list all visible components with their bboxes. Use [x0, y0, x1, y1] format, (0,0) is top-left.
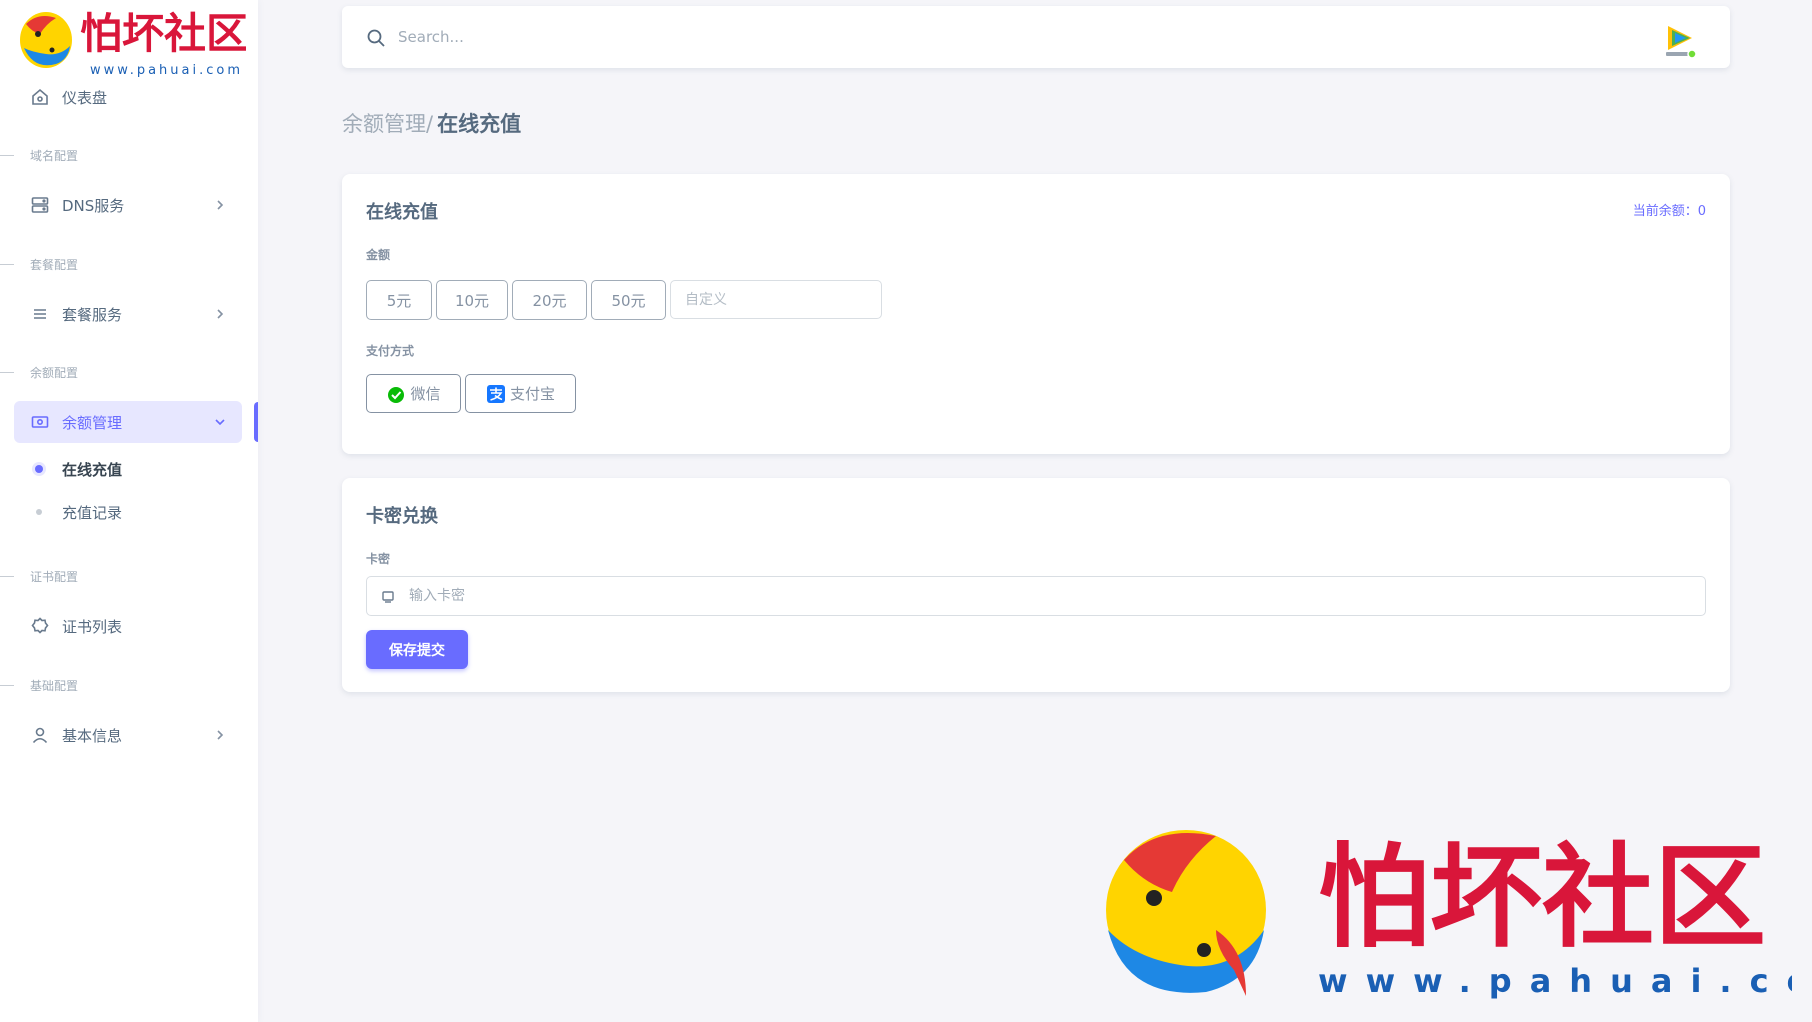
section-label: 证书配置 — [30, 569, 79, 584]
active-indicator — [254, 402, 258, 442]
svg-text:怕坏社区: 怕坏社区 — [1318, 832, 1766, 963]
card-icon — [381, 589, 395, 603]
bullet-dot — [35, 465, 43, 473]
server-icon — [30, 195, 50, 215]
sidebar-item-label: DNS服务 — [62, 196, 125, 215]
chevron-right-icon — [212, 197, 228, 213]
amount-50-button[interactable]: 50元 — [591, 280, 666, 320]
breadcrumb: 余额管理/ 在线充值 — [342, 108, 521, 138]
avatar[interactable] — [1662, 20, 1700, 60]
section-divider — [0, 371, 14, 373]
section-label: 域名配置 — [30, 148, 79, 163]
wechat-pay-button[interactable]: 微信 — [366, 374, 461, 413]
balance-label: 当前余额： — [1632, 204, 1698, 219]
sidebar-item-cert-list[interactable]: 证书列表 — [14, 605, 242, 647]
section-cert: 证书配置 — [0, 568, 78, 584]
sidebar-subitem-recharge-records[interactable]: 充值记录 — [14, 495, 242, 529]
section-domain: 域名配置 — [0, 147, 78, 163]
alipay-button[interactable]: 支付宝 — [465, 374, 576, 413]
search-input[interactable] — [398, 24, 998, 50]
brand-logo[interactable]: 怕坏社区 www.pahuai.com — [16, 4, 248, 80]
redeem-card: 卡密兑换 卡密 保存提交 — [342, 478, 1730, 692]
sidebar-item-label: 基本信息 — [62, 726, 123, 745]
money-icon — [30, 412, 50, 432]
alipay-icon — [486, 384, 506, 404]
amount-20-button[interactable]: 20元 — [512, 280, 587, 320]
search-icon[interactable] — [366, 28, 386, 48]
chevron-down-icon — [212, 414, 228, 430]
home-icon — [30, 87, 50, 107]
card-key-field[interactable] — [366, 576, 1706, 616]
page-title: 在线充值 — [437, 112, 522, 136]
wechat-icon — [386, 384, 406, 404]
top-navbar — [342, 6, 1730, 68]
card-title: 在线充值 — [366, 202, 438, 223]
payment-label: 支付方式 — [366, 344, 415, 358]
sidebar-item-label: 充值记录 — [62, 503, 123, 522]
section-label: 余额配置 — [30, 365, 79, 380]
svg-text:怕坏社区: 怕坏社区 — [80, 9, 246, 58]
section-label: 套餐配置 — [30, 257, 79, 272]
sidebar-item-label: 证书列表 — [62, 617, 123, 636]
bullet-dot — [36, 509, 42, 515]
sidebar-subitem-online-recharge[interactable]: 在线充值 — [14, 452, 242, 486]
sidebar-item-label: 仪表盘 — [62, 88, 108, 107]
sidebar-item-package[interactable]: 套餐服务 — [14, 293, 242, 335]
brand-logo-image: 怕坏社区 www.pahuai.com — [20, 9, 248, 78]
sidebar-item-dashboard[interactable]: 仪表盘 — [14, 76, 242, 118]
sidebar-item-dns[interactable]: DNS服务 — [14, 184, 242, 226]
chevron-right-icon — [212, 727, 228, 743]
menu-lines-icon — [30, 304, 50, 324]
save-submit-button[interactable]: 保存提交 — [366, 630, 468, 669]
sidebar-item-balance[interactable]: 余额管理 — [14, 401, 242, 443]
section-basic: 基础配置 — [0, 677, 78, 693]
section-package: 套餐配置 — [0, 256, 78, 272]
watermark-logo: 怕坏社区 www.pahuai.com — [1096, 820, 1812, 1010]
sidebar-item-label: 余额管理 — [62, 413, 123, 432]
breadcrumb-parent[interactable]: 余额管理/ — [342, 108, 433, 138]
certificate-icon — [30, 616, 50, 636]
amount-label: 金额 — [366, 248, 391, 262]
current-balance: 当前余额：0 — [1633, 200, 1706, 219]
user-icon — [30, 725, 50, 745]
card-title: 卡密兑换 — [366, 506, 438, 527]
wechat-label: 微信 — [410, 385, 441, 403]
sidebar-item-label: 在线充值 — [62, 460, 123, 479]
chevron-right-icon — [212, 306, 228, 322]
sidebar: 怕坏社区 www.pahuai.com 仪表盘 域名配置 DNS服务 套餐配置 … — [0, 0, 258, 1022]
amount-10-button[interactable]: 10元 — [436, 280, 508, 320]
section-divider — [0, 263, 14, 265]
sidebar-item-label: 套餐服务 — [62, 305, 123, 324]
card-key-label: 卡密 — [366, 552, 391, 566]
section-divider — [0, 575, 14, 577]
section-label: 基础配置 — [30, 678, 79, 693]
section-divider — [0, 684, 14, 686]
watermark-image: 怕坏社区 www.pahuai.com — [1106, 830, 1812, 1000]
card-key-input[interactable] — [409, 585, 1689, 607]
recharge-card: 在线充值 当前余额：0 金额 5元 10元 20元 50元 支付方式 微信 支付… — [342, 174, 1730, 454]
section-balance: 余额配置 — [0, 364, 78, 380]
section-divider — [0, 154, 14, 156]
sidebar-item-basic-info[interactable]: 基本信息 — [14, 714, 242, 756]
balance-value: 0 — [1697, 204, 1706, 219]
svg-text:www.pahuai.com: www.pahuai.com — [1318, 962, 1792, 1000]
alipay-label: 支付宝 — [509, 385, 555, 403]
custom-amount-input[interactable] — [670, 280, 882, 319]
amount-5-button[interactable]: 5元 — [366, 280, 432, 320]
